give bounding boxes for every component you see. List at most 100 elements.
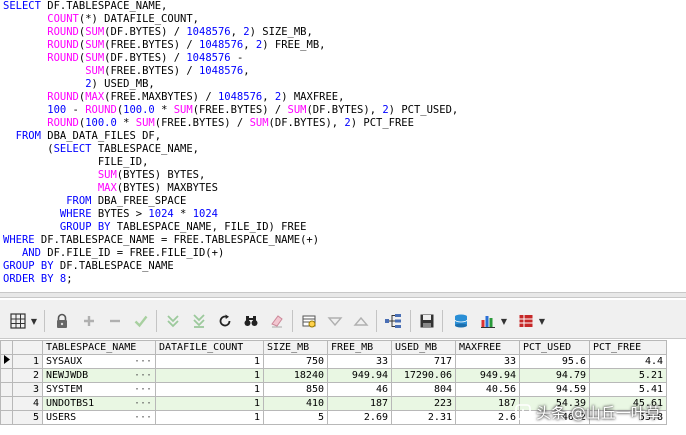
code-line: ROUND(SUM(DF.BYTES) / 1048576, 2) SIZE_M…	[3, 26, 313, 39]
table-cell[interactable]: SYSAUX ···	[42, 354, 156, 369]
table-cell[interactable]: 223	[391, 396, 456, 411]
cell-editor-button[interactable]: ···	[134, 398, 152, 410]
table-cell[interactable]: 1	[155, 368, 264, 383]
export-dropdown-icon[interactable]: ▼	[538, 312, 546, 330]
clear-icon[interactable]	[268, 312, 286, 330]
table-cell[interactable]: 5.41	[589, 382, 667, 397]
cell-editor-button[interactable]: ···	[134, 370, 152, 382]
results-grid[interactable]: TABLESPACE_NAME DATAFILE_COUNT SIZE_MB F…	[0, 340, 686, 435]
code-line: FILE_ID,	[3, 156, 149, 169]
table-cell[interactable]: 46	[327, 382, 392, 397]
table-cell[interactable]: 410	[263, 396, 328, 411]
table-cell[interactable]: 850	[263, 382, 328, 397]
column-header[interactable]: PCT_USED	[519, 340, 590, 355]
table-cell[interactable]: 54.39	[519, 396, 590, 411]
code-token: ) MAXFREE,	[281, 91, 345, 103]
table-cell[interactable]: 94.59	[519, 382, 590, 397]
row-indicator[interactable]	[0, 368, 13, 383]
column-header[interactable]: TABLESPACE_NAME	[42, 340, 156, 355]
cell-editor-button[interactable]: ···	[134, 412, 152, 424]
table-cell[interactable]: 5.21	[589, 368, 667, 383]
grid-layout-icon[interactable]	[9, 312, 27, 330]
column-header[interactable]: FREE_MB	[327, 340, 392, 355]
grid-layout-dropdown-icon[interactable]: ▼	[30, 312, 38, 330]
find-icon[interactable]	[242, 312, 260, 330]
table-row[interactable]: 4 UNDOTBS1 ··· 1 410 187 223 187 54.39 45.61	[0, 396, 667, 411]
table-cell[interactable]: 2.69	[327, 410, 392, 425]
table-cell[interactable]: 45.61	[589, 396, 667, 411]
table-cell[interactable]: UNDOTBS1 ···	[42, 396, 156, 411]
row-indicator[interactable]	[0, 396, 13, 411]
lock-icon[interactable]	[53, 312, 71, 330]
code-token: (FREE.MAXBYTES) /	[104, 91, 218, 103]
table-cell[interactable]: 5	[263, 410, 328, 425]
table-cell[interactable]: 1	[155, 410, 264, 425]
table-cell[interactable]: 18240	[263, 368, 328, 383]
table-cell[interactable]: 187	[455, 396, 520, 411]
column-header[interactable]: DATAFILE_COUNT	[155, 340, 264, 355]
table-cell[interactable]: 33	[455, 354, 520, 369]
save-icon[interactable]	[418, 312, 436, 330]
table-cell[interactable]: 2.6	[455, 410, 520, 425]
table-cell[interactable]: 949.94	[327, 368, 392, 383]
code-token: DF.FILE_ID = FREE.FILE_ID(+)	[40, 247, 225, 259]
code-token: FROM	[66, 195, 92, 207]
table-cell[interactable]: 804	[391, 382, 456, 397]
table-cell[interactable]: 1	[155, 396, 264, 411]
code-token: (DF.BYTES) /	[104, 52, 187, 64]
table-cell[interactable]: 1	[155, 382, 264, 397]
code-token: (FREE.BYTES) /	[104, 39, 199, 51]
filter-up-icon[interactable]	[352, 312, 370, 330]
code-token: (DF.BYTES) /	[104, 26, 187, 38]
chart-icon[interactable]	[479, 312, 497, 330]
filter-down-icon[interactable]	[326, 312, 344, 330]
code-token: ) FREE_MB,	[262, 39, 326, 51]
table-cell[interactable]: USERS ···	[42, 410, 156, 425]
column-header[interactable]: SIZE_MB	[263, 340, 328, 355]
cell-editor-button[interactable]: ···	[134, 384, 152, 396]
table-cell[interactable]: 95.6	[519, 354, 590, 369]
table-cell[interactable]: 2.31	[391, 410, 456, 425]
table-cell[interactable]: NEWJWDB ···	[42, 368, 156, 383]
column-header[interactable]: USED_MB	[391, 340, 456, 355]
delete-record-icon[interactable]	[106, 312, 124, 330]
table-cell[interactable]: 187	[327, 396, 392, 411]
refresh-icon[interactable]	[216, 312, 234, 330]
table-row[interactable]: 3 SYSTEM ··· 1 850 46 804 40.56 94.59 5.41	[0, 382, 667, 397]
query-by-example-icon[interactable]	[300, 312, 318, 330]
export-table-icon[interactable]	[517, 312, 535, 330]
column-header[interactable]: MAXFREE	[455, 340, 520, 355]
export-database-icon[interactable]	[452, 312, 470, 330]
cell-editor-button[interactable]: ···	[134, 356, 152, 368]
table-cell[interactable]: 4.4	[589, 354, 667, 369]
fetch-last-icon[interactable]	[190, 312, 208, 330]
code-line: 2) USED_MB,	[3, 78, 155, 91]
column-header[interactable]: PCT_FREE	[589, 340, 667, 355]
table-cell[interactable]: SYSTEM ···	[42, 382, 156, 397]
add-record-icon[interactable]	[80, 312, 98, 330]
table-cell[interactable]: 46.2	[519, 410, 590, 425]
pane-splitter[interactable]	[0, 292, 686, 298]
table-cell[interactable]: 717	[391, 354, 456, 369]
header-row: TABLESPACE_NAME DATAFILE_COUNT SIZE_MB F…	[0, 340, 667, 355]
table-row[interactable]: 1 SYSAUX ··· 1 750 33 717 33 95.6 4.4	[0, 354, 667, 369]
table-cell[interactable]: 949.94	[455, 368, 520, 383]
table-cell[interactable]: 94.79	[519, 368, 590, 383]
table-cell[interactable]: 40.56	[455, 382, 520, 397]
table-cell[interactable]: 1	[155, 354, 264, 369]
table-cell[interactable]: 53.8	[589, 410, 667, 425]
fetch-next-icon[interactable]	[164, 312, 182, 330]
row-indicator[interactable]	[0, 410, 13, 425]
table-row[interactable]: 5 USERS ··· 1 5 2.69 2.31 2.6 46.2 53.8	[0, 410, 667, 425]
table-cell[interactable]: 750	[263, 354, 328, 369]
table-row[interactable]: 2 NEWJWDB ··· 1 18240 949.94 17290.06 949.94 94.…	[0, 368, 667, 383]
row-indicator[interactable]	[0, 382, 13, 397]
table-cell[interactable]: 33	[327, 354, 392, 369]
table-cell[interactable]: 17290.06	[391, 368, 456, 383]
current-row-indicator-icon[interactable]	[0, 354, 13, 369]
sql-editor[interactable]: SELECT DF.TABLESPACE_NAME, COUNT(*) DATA…	[0, 0, 686, 290]
tree-view-icon[interactable]	[384, 312, 402, 330]
chart-dropdown-icon[interactable]: ▼	[500, 312, 508, 330]
post-changes-icon[interactable]	[132, 312, 150, 330]
